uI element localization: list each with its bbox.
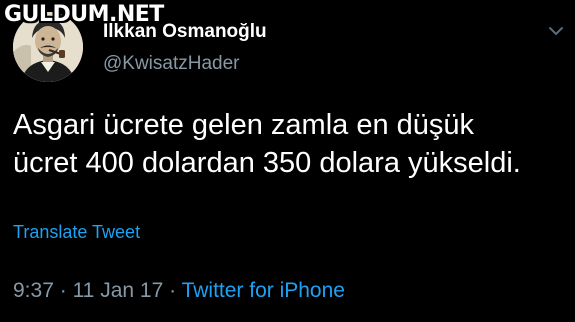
translate-tweet-link[interactable]: Translate Tweet [13,222,140,243]
tweet-text-line: ücret 400 dolardan 350 dolara yükseldi. [13,147,521,179]
separator: · [59,279,67,302]
tweet-text-line: Asgari ücrete gelen zamla en düşük [13,109,475,141]
user-handle[interactable]: @KwisatzHader [103,53,240,75]
tweet-metadata: 9:37 · 11 Jan 17 · Twitter for iPhone [13,279,345,303]
separator: · [169,279,177,302]
watermark-logo: GULDUM.NET [4,2,164,27]
tweet-time: 9:37 [13,279,54,302]
chevron-down-icon[interactable] [548,24,564,36]
tweet-date: 11 Jan 17 [72,279,164,302]
tweet-source-link[interactable]: Twitter for iPhone [182,279,345,302]
tweet-text: Asgari ücrete gelen zamla en düşük ücret… [13,106,568,182]
